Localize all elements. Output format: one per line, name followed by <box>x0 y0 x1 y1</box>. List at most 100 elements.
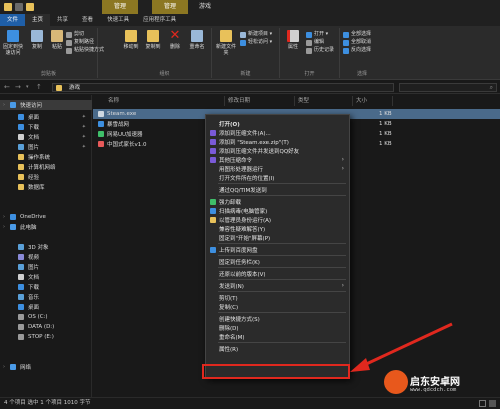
context-menu-item[interactable]: 强力卸载 <box>206 197 349 206</box>
forward-arrow-icon[interactable]: → <box>15 83 21 91</box>
context-menu-item[interactable]: 上传到百度网盘 <box>206 245 349 254</box>
invert-selection-button[interactable]: 反向选择 <box>343 47 371 54</box>
tab-app-tools[interactable]: 应用程序工具 <box>136 14 183 26</box>
context-menu-item[interactable]: 用图形处理器运行 › <box>206 164 349 173</box>
pin-icon[interactable]: ✦ <box>82 134 86 140</box>
context-menu-item[interactable]: 创建快捷方式(S) <box>206 314 349 323</box>
nav-item[interactable]: 下载 <box>0 282 92 292</box>
nav-item[interactable]: › 此电脑 <box>0 222 92 232</box>
column-header-date[interactable]: 修改日期 <box>225 96 295 106</box>
nav-item[interactable]: 桌面 ✦ <box>0 112 92 122</box>
column-header-type[interactable]: 类型 <box>295 96 353 106</box>
file-size: 1 KB <box>379 131 392 137</box>
new-item-button[interactable]: 新建项目 ▾ <box>240 31 272 38</box>
recent-chevron-icon[interactable]: ▾ <box>26 84 29 90</box>
context-menu-item[interactable]: 打开文件所在的位置(I) <box>206 173 349 182</box>
context-tab-manage-2[interactable]: 管理 <box>152 0 188 14</box>
delete-button[interactable]: ✕ 删除 <box>164 29 186 50</box>
paste-button[interactable]: 粘贴 <box>46 30 68 50</box>
select-none-button[interactable]: 全部取消 <box>343 39 371 46</box>
menu-item-label: 其他压缩命令 <box>219 157 253 164</box>
nav-item[interactable]: 数据库 <box>0 182 92 192</box>
pin-quick-access-button[interactable]: 固定到快速访问 <box>2 30 24 56</box>
copy-path-button[interactable]: 复制路径 <box>66 39 94 46</box>
select-all-button[interactable]: 全部选择 <box>343 31 371 38</box>
nav-item[interactable]: 3D 对象 <box>0 242 92 252</box>
new-folder-button[interactable]: 新建文件夹 <box>214 30 238 56</box>
nav-item[interactable]: › OneDrive <box>0 212 92 222</box>
properties-icon[interactable] <box>15 3 23 11</box>
context-menu-item[interactable]: 重命名(M) <box>206 332 349 341</box>
history-button[interactable]: 历史记录 <box>306 47 334 54</box>
folder-icon[interactable] <box>4 3 12 11</box>
nav-item[interactable]: 视频 <box>0 252 92 262</box>
context-tab-manage-1[interactable]: 管理 <box>102 0 138 14</box>
open-button[interactable]: 打开 ▾ <box>306 31 328 38</box>
menu-item-label: 添加到 "Steam.exe.zip"(T) <box>219 139 289 146</box>
nav-item[interactable]: STOP (E:) <box>0 332 92 342</box>
context-menu-item[interactable]: 添加到压缩文件(A)... <box>206 128 349 137</box>
chevron-right-icon[interactable]: › <box>3 224 5 230</box>
easy-access-icon <box>240 39 246 46</box>
cut-button[interactable]: 剪切 <box>66 31 84 38</box>
nav-item-label: 桌面 <box>28 305 40 311</box>
address-input[interactable]: 游戏 <box>52 83 394 92</box>
tab-quick-tools[interactable]: 快速工具 <box>100 14 136 26</box>
paste-shortcut-button[interactable]: 粘贴快捷方式 <box>66 47 104 54</box>
up-arrow-icon[interactable]: ↑ <box>36 83 42 91</box>
context-menu-item[interactable]: 兼容性疑难解答(Y) <box>206 224 349 233</box>
nav-item[interactable]: 图片 <box>0 262 92 272</box>
context-menu-item[interactable]: 删除(D) <box>206 323 349 332</box>
move-to-button[interactable]: 移动到 <box>120 30 142 50</box>
chevron-right-icon[interactable]: › <box>3 102 5 108</box>
tab-file[interactable]: 文件 <box>0 14 26 26</box>
nav-item[interactable]: 图片 ✦ <box>0 142 92 152</box>
nav-item[interactable]: DATA (D:) <box>0 322 92 332</box>
context-menu-item[interactable]: 固定到"开始"屏幕(P) <box>206 233 349 242</box>
tab-view[interactable]: 查看 <box>75 14 100 26</box>
tab-share[interactable]: 共享 <box>50 14 75 26</box>
nav-item[interactable]: 经验 <box>0 172 92 182</box>
tab-home[interactable]: 主页 <box>25 14 51 26</box>
context-menu-item[interactable]: 还原以前的版本(V) <box>206 269 349 278</box>
nav-item[interactable]: 文档 <box>0 272 92 282</box>
pin-icon[interactable]: ✦ <box>82 114 86 120</box>
context-menu-item[interactable]: 添加到 "Steam.exe.zip"(T) <box>206 137 349 146</box>
context-menu-item[interactable]: 打开(O) <box>206 119 349 128</box>
new-folder-icon[interactable] <box>26 3 34 11</box>
column-header-name[interactable]: 名称 <box>105 96 225 106</box>
pin-icon[interactable]: ✦ <box>82 144 86 150</box>
search-input[interactable]: ⌕ <box>399 83 497 92</box>
context-menu-item[interactable]: 固定到任务栏(K) <box>206 257 349 266</box>
back-arrow-icon[interactable]: ← <box>4 83 10 91</box>
nav-item[interactable]: › 快速访问 <box>0 100 92 110</box>
nav-item[interactable]: 桌面 <box>0 302 92 312</box>
context-menu: 打开(O) 添加到压缩文件(A)... 添加到 "Steam.exe.zip"(T)… <box>205 114 350 379</box>
easy-access-button[interactable]: 轻松访问 ▾ <box>240 39 272 46</box>
nav-item[interactable]: OS (C:) <box>0 312 92 322</box>
nav-item[interactable]: 下载 ✦ <box>0 122 92 132</box>
context-menu-item[interactable]: 剪切(T) <box>206 293 349 302</box>
context-menu-item[interactable]: 扫描病毒(电脑管家) <box>206 206 349 215</box>
edit-button[interactable]: 编辑 <box>306 39 324 46</box>
context-menu-item[interactable]: 发送到(N) › <box>206 281 349 290</box>
column-header-size[interactable]: 大小 <box>353 96 393 106</box>
context-menu-item[interactable]: 其他压缩命令 › <box>206 155 349 164</box>
properties-button[interactable]: 属性 <box>282 30 304 50</box>
nav-item[interactable]: 计算机网络 <box>0 162 92 172</box>
context-menu-item[interactable]: 复制(C) <box>206 302 349 311</box>
rename-button[interactable]: 重命名 <box>186 30 208 50</box>
context-menu-item[interactable]: 以管理员身份运行(A) <box>206 215 349 224</box>
context-menu-item[interactable]: 通过QQ/TIM发送到 <box>206 185 349 194</box>
chevron-right-icon[interactable]: › <box>3 364 5 370</box>
context-menu-item[interactable]: 添加到压缩文件并发送到QQ好友 <box>206 146 349 155</box>
nav-item[interactable]: › 网络 <box>0 362 92 372</box>
pin-icon[interactable]: ✦ <box>82 124 86 130</box>
context-menu-item[interactable]: 属性(R) <box>206 344 349 353</box>
nav-item[interactable]: 文档 ✦ <box>0 132 92 142</box>
copy-button[interactable]: 复制 <box>26 30 48 50</box>
chevron-right-icon[interactable]: › <box>3 214 5 220</box>
nav-item[interactable]: 操作系统 <box>0 152 92 162</box>
nav-item[interactable]: 音乐 <box>0 292 92 302</box>
copy-to-button[interactable]: 复制到 <box>142 30 164 50</box>
